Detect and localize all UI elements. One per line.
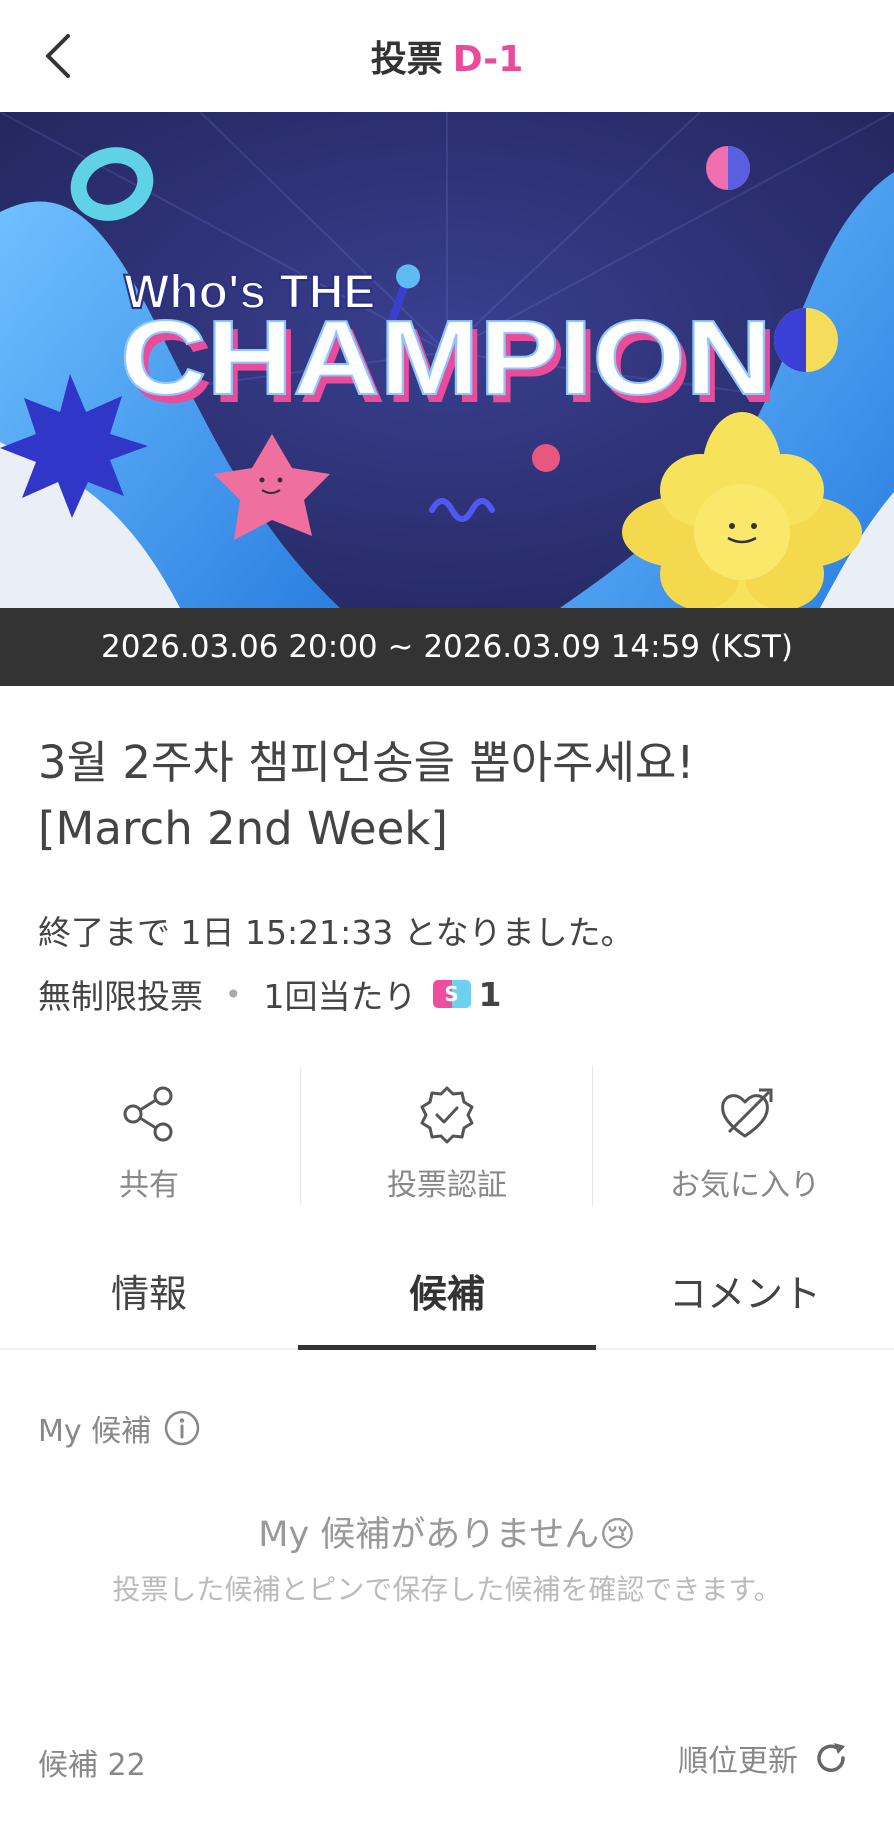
vote-period: 2026.03.06 20:00 ~ 2026.03.09 14:59 (KST… [0, 608, 894, 686]
share-icon [123, 1086, 173, 1142]
separator-dot: • [225, 977, 242, 1011]
coin-letter: S [444, 982, 459, 1006]
vote-cost: 1 [478, 974, 502, 1014]
per-vote-label: 1回当たり [263, 977, 417, 1016]
vote-banner-image: Who's THE CHAMPION CHAMPION [0, 112, 894, 608]
favorite-label: お気に入り [670, 1168, 820, 1203]
share-button[interactable]: 共有 [0, 1066, 298, 1210]
refresh-ranking-button[interactable]: 順位更新 [678, 1736, 850, 1780]
candidate-count: 候補 22 [38, 1748, 146, 1783]
empty-state-title: My 候補がありません😢 [258, 1515, 636, 1555]
action-divider [300, 1066, 301, 1206]
tab-info[interactable]: 情報 [0, 1254, 298, 1348]
page-title-text: 投票 [370, 39, 443, 80]
refresh-icon [817, 1743, 845, 1772]
vote-verify-label: 投票認証 [387, 1168, 507, 1203]
empty-state-subtitle: 投票した候補とピンで保存した候補を確認できます。 [112, 1573, 782, 1606]
share-label: 共有 [119, 1168, 179, 1203]
star-coin-icon: S [432, 980, 471, 1008]
favorite-button[interactable]: お気に入り [596, 1066, 894, 1210]
top-bar: 投票 D-1 [0, 0, 894, 112]
action-divider [592, 1066, 593, 1206]
action-row: 共有 投票認証 お気に入り [0, 1066, 894, 1210]
my-candidates-header: My 候補 [38, 1406, 201, 1450]
refresh-label: 順位更新 [678, 1744, 798, 1779]
unlimited-vote-label: 無制限投票 [38, 977, 203, 1016]
vote-title: 3월 2주차 챔피언송을 뽑아주세요! [March 2nd Week] [38, 736, 695, 855]
vote-rules: 無制限投票 • 1回当たり S 1 [38, 970, 501, 1018]
banner-title-line2: CHAMPION [120, 299, 772, 417]
my-candidates-heading: My 候補 [38, 1414, 152, 1449]
tab-comments[interactable]: コメント [596, 1254, 894, 1348]
vote-verify-button[interactable]: 投票認証 [298, 1066, 596, 1210]
info-icon[interactable] [163, 1409, 201, 1447]
heart-arrow-icon [721, 1088, 773, 1138]
verified-badge-icon [420, 1086, 474, 1144]
time-remaining: 終了まで 1日 15:21:33 となりました。 [38, 913, 634, 952]
page-title: 投票 D-1 [0, 30, 894, 82]
tab-candidates[interactable]: 候補 [298, 1254, 596, 1350]
dday-badge: D-1 [452, 39, 524, 80]
tab-bar: 情報 候補 コメント [0, 1254, 894, 1350]
